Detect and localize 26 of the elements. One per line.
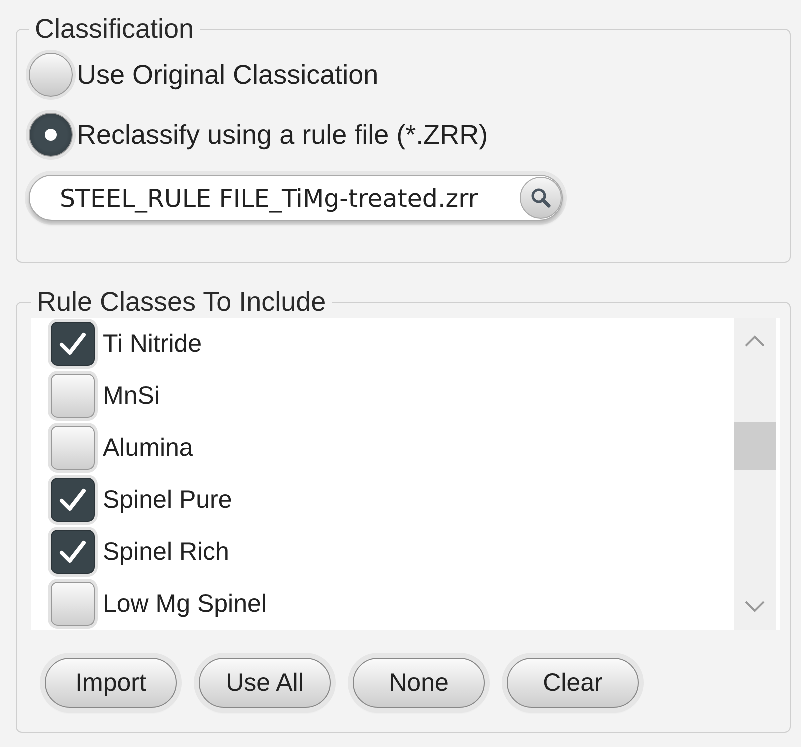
checkbox[interactable] [51,478,95,522]
checkbox[interactable] [51,374,95,418]
check-icon [58,539,88,565]
group-title: Classification [34,14,196,45]
checkbox-item[interactable]: MnSi [51,370,734,422]
radio-button[interactable] [29,113,73,157]
checkbox-item[interactable]: Low Mg Spinel [51,578,734,630]
check-icon [58,487,88,513]
radio-button[interactable] [29,53,73,97]
scroll-up-icon[interactable] [744,334,766,348]
radio-option[interactable]: Reclassify using a rule file (*.ZRR) [29,105,488,165]
checkbox-item[interactable]: Ti Nitride [51,318,734,370]
checkbox-item[interactable]: Spinel Pure [51,474,734,526]
radio-option[interactable]: Use Original Classication [29,45,379,105]
check-icon [58,331,88,357]
search-icon [530,187,552,209]
scrollbar-thumb[interactable] [734,422,776,470]
search-button[interactable] [520,177,562,219]
checkbox[interactable] [51,530,95,574]
checkbox[interactable] [51,582,95,626]
scroll-down-icon[interactable] [744,600,766,614]
group-title: Rule Classes To Include [36,287,328,318]
checkbox-item[interactable]: Spinel Rich [51,526,734,578]
checkbox[interactable] [51,426,95,470]
checkbox-item[interactable]: Alumina [51,422,734,474]
checkbox[interactable] [51,322,95,366]
